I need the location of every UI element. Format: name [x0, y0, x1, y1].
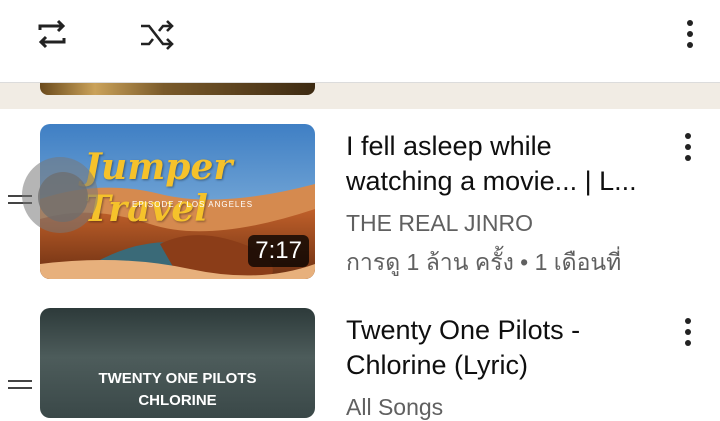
thumbnail-text: TWENTY ONE PILOTS CHLORINE: [98, 370, 257, 409]
video-title[interactable]: I fell asleep while watching a movie... …: [346, 129, 646, 199]
more-vert-icon[interactable]: [678, 14, 702, 54]
drag-handle-icon[interactable]: [8, 380, 32, 394]
thumbnail-subtitle: EPISODE 7 LOS ANGELES: [132, 200, 254, 209]
more-vert-icon[interactable]: [676, 127, 700, 167]
video-thumbnail[interactable]: TWENTY ONE PILOTS CHLORINE: [40, 308, 315, 418]
video-meta-partial: [346, 83, 466, 89]
touch-indicator-dot: [38, 172, 88, 222]
shuffle-icon[interactable]: [137, 14, 177, 54]
playlist-item-current[interactable]: [0, 83, 720, 109]
video-thumbnail[interactable]: [40, 83, 315, 95]
view-stats: การดู 1 ล้าน ครั้ง • 1 เดือนที่: [346, 249, 622, 275]
duration-badge: 7:17: [248, 235, 309, 267]
playlist-item[interactable]: TWENTY ONE PILOTS CHLORINE Twenty One Pi…: [0, 302, 720, 420]
playlist-item[interactable]: Jumper Travel EPISODE 7 LOS ANGELES 7:17…: [0, 109, 720, 305]
channel-name: All Songs: [346, 394, 444, 420]
video-title[interactable]: Twenty One Pilots - Chlorine (Lyric): [346, 313, 646, 383]
thumbnail-title: Jumper Travel: [84, 146, 233, 230]
queue-toolbar: [0, 0, 720, 82]
row-separator: [330, 286, 720, 302]
repeat-icon[interactable]: [32, 14, 72, 54]
channel-name: THE REAL JINRO: [346, 210, 534, 236]
more-vert-icon[interactable]: [676, 312, 700, 352]
